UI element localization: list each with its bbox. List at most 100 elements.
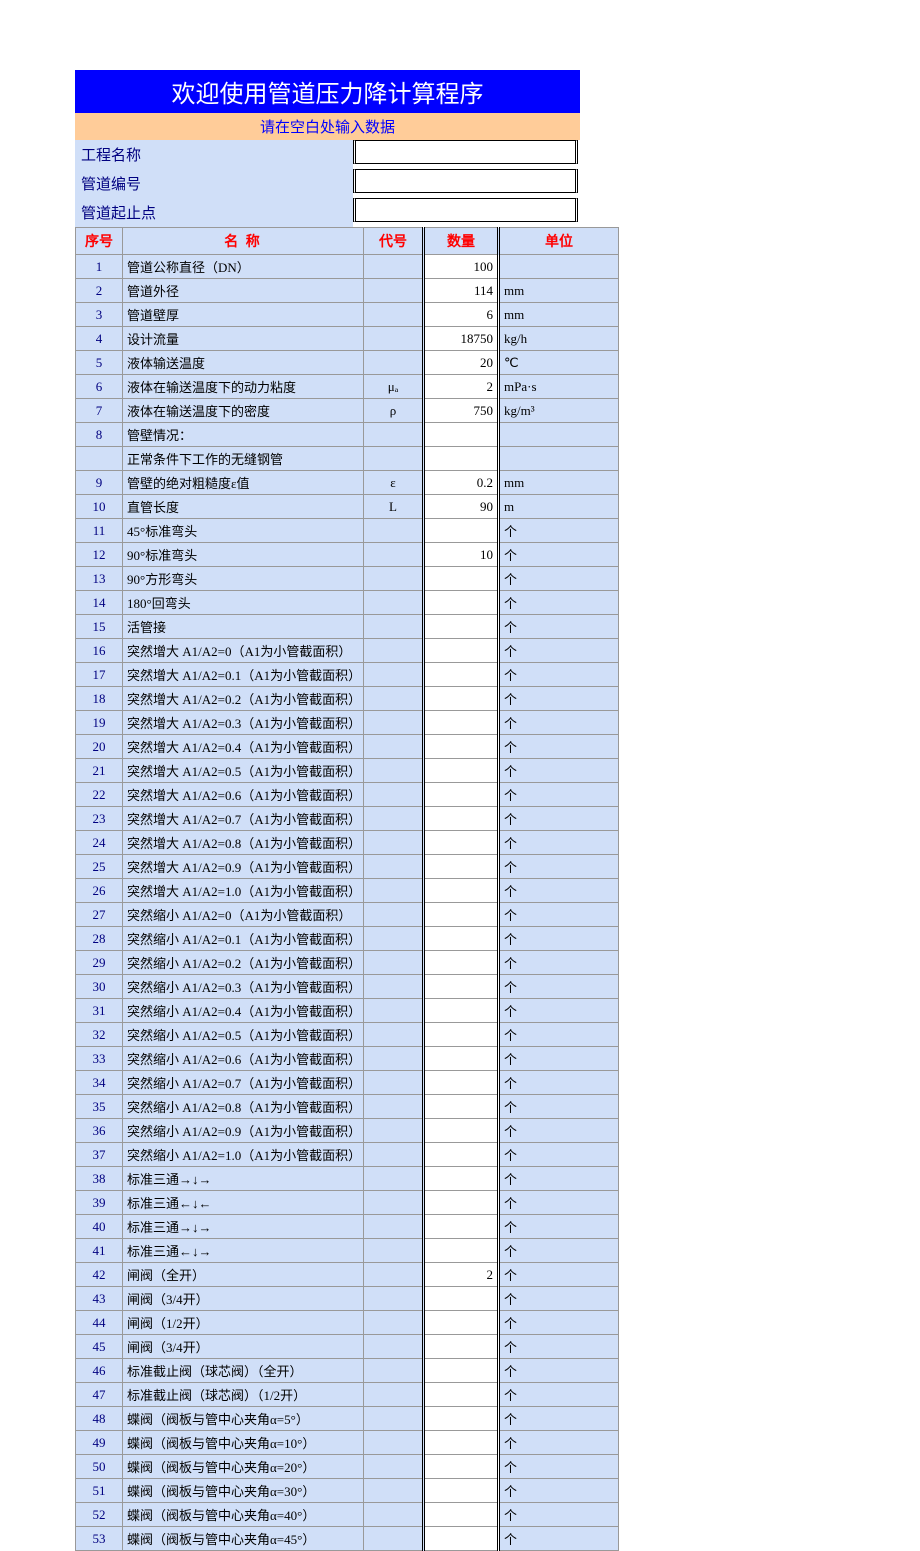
cell-unit: m bbox=[499, 495, 619, 519]
table-row: 49蝶阀（阀板与管中心夹角α=10°）个 bbox=[76, 1431, 619, 1455]
cell-qty-input[interactable] bbox=[424, 591, 499, 615]
cell-qty-input[interactable] bbox=[424, 1143, 499, 1167]
cell-unit: 个 bbox=[499, 711, 619, 735]
cell-qty-input[interactable] bbox=[424, 903, 499, 927]
cell-name: 标准三通→↓→ bbox=[123, 1167, 364, 1191]
cell-qty-input[interactable] bbox=[424, 639, 499, 663]
cell-seq: 32 bbox=[76, 1023, 123, 1047]
cell-qty-input[interactable] bbox=[424, 615, 499, 639]
cell-qty-input[interactable] bbox=[424, 927, 499, 951]
cell-qty-input[interactable] bbox=[424, 1215, 499, 1239]
cell-name: 蝶阀（阀板与管中心夹角α=45°） bbox=[123, 1527, 364, 1551]
cell-unit: 个 bbox=[499, 1047, 619, 1071]
cell-code bbox=[364, 1287, 424, 1311]
cell-unit: 个 bbox=[499, 1071, 619, 1095]
cell-qty-input[interactable]: 18750 bbox=[424, 327, 499, 351]
cell-qty-input[interactable] bbox=[424, 951, 499, 975]
cell-qty-input[interactable] bbox=[424, 831, 499, 855]
cell-qty-input[interactable] bbox=[424, 1383, 499, 1407]
cell-qty-input[interactable] bbox=[424, 423, 499, 447]
cell-qty-input[interactable] bbox=[424, 663, 499, 687]
cell-qty-input[interactable] bbox=[424, 1119, 499, 1143]
info-input-pipe-no[interactable] bbox=[353, 169, 578, 193]
cell-qty-input[interactable] bbox=[424, 1287, 499, 1311]
table-row: 48蝶阀（阀板与管中心夹角α=5°）个 bbox=[76, 1407, 619, 1431]
cell-code bbox=[364, 1143, 424, 1167]
cell-qty-input[interactable] bbox=[424, 711, 499, 735]
table-row: 18突然增大 A1/A2=0.2（A1为小管截面积）个 bbox=[76, 687, 619, 711]
cell-name: 管道公称直径（DN） bbox=[123, 255, 364, 279]
cell-qty-input[interactable] bbox=[424, 759, 499, 783]
cell-name: 设计流量 bbox=[123, 327, 364, 351]
cell-qty-input[interactable] bbox=[424, 1095, 499, 1119]
table-row: 43闸阀（3/4开）个 bbox=[76, 1287, 619, 1311]
cell-qty-input[interactable] bbox=[424, 855, 499, 879]
cell-qty-input[interactable] bbox=[424, 1311, 499, 1335]
cell-qty-input[interactable]: 10 bbox=[424, 543, 499, 567]
cell-qty-input[interactable]: 2 bbox=[424, 375, 499, 399]
cell-unit: 个 bbox=[499, 1167, 619, 1191]
cell-qty-input[interactable]: 114 bbox=[424, 279, 499, 303]
cell-qty-input[interactable]: 0.2 bbox=[424, 471, 499, 495]
cell-qty-input[interactable] bbox=[424, 1455, 499, 1479]
cell-code bbox=[364, 975, 424, 999]
info-input-project-name[interactable] bbox=[353, 140, 578, 164]
cell-name: 突然增大 A1/A2=0.2（A1为小管截面积） bbox=[123, 687, 364, 711]
cell-qty-input[interactable] bbox=[424, 1167, 499, 1191]
cell-qty-input[interactable] bbox=[424, 1071, 499, 1095]
cell-qty-input[interactable] bbox=[424, 1503, 499, 1527]
cell-unit: 个 bbox=[499, 735, 619, 759]
cell-qty-input[interactable]: 90 bbox=[424, 495, 499, 519]
cell-qty-input[interactable] bbox=[424, 783, 499, 807]
cell-name: 蝶阀（阀板与管中心夹角α=30°） bbox=[123, 1479, 364, 1503]
cell-qty-input[interactable] bbox=[424, 807, 499, 831]
cell-qty-input[interactable] bbox=[424, 1431, 499, 1455]
cell-qty-input[interactable]: 20 bbox=[424, 351, 499, 375]
cell-qty-input[interactable] bbox=[424, 1047, 499, 1071]
cell-unit: 个 bbox=[499, 759, 619, 783]
cell-seq: 12 bbox=[76, 543, 123, 567]
cell-qty-input[interactable] bbox=[424, 1359, 499, 1383]
cell-qty-input[interactable] bbox=[424, 1239, 499, 1263]
cell-qty-input[interactable] bbox=[424, 975, 499, 999]
table-row: 42闸阀（全开）2个 bbox=[76, 1263, 619, 1287]
cell-seq: 27 bbox=[76, 903, 123, 927]
cell-seq: 33 bbox=[76, 1047, 123, 1071]
cell-seq: 42 bbox=[76, 1263, 123, 1287]
cell-unit: 个 bbox=[499, 903, 619, 927]
cell-qty-input[interactable] bbox=[424, 1191, 499, 1215]
cell-qty-input[interactable] bbox=[424, 447, 499, 471]
cell-seq: 4 bbox=[76, 327, 123, 351]
cell-qty-input[interactable] bbox=[424, 999, 499, 1023]
cell-qty-input[interactable]: 100 bbox=[424, 255, 499, 279]
cell-unit: 个 bbox=[499, 687, 619, 711]
cell-qty-input[interactable] bbox=[424, 1527, 499, 1551]
cell-unit: 个 bbox=[499, 663, 619, 687]
cell-qty-input[interactable] bbox=[424, 1335, 499, 1359]
cell-code bbox=[364, 1239, 424, 1263]
cell-unit: mPa·s bbox=[499, 375, 619, 399]
cell-code bbox=[364, 519, 424, 543]
cell-qty-input[interactable]: 2 bbox=[424, 1263, 499, 1287]
cell-qty-input[interactable] bbox=[424, 1479, 499, 1503]
cell-qty-input[interactable] bbox=[424, 687, 499, 711]
cell-qty-input[interactable] bbox=[424, 879, 499, 903]
info-label: 工程名称 bbox=[75, 140, 353, 169]
cell-qty-input[interactable] bbox=[424, 567, 499, 591]
cell-qty-input[interactable]: 6 bbox=[424, 303, 499, 327]
info-label: 管道编号 bbox=[75, 169, 353, 198]
table-row: 9管壁的绝对粗糙度ε值ε0.2mm bbox=[76, 471, 619, 495]
cell-qty-input[interactable] bbox=[424, 735, 499, 759]
cell-name: 突然缩小 A1/A2=1.0（A1为小管截面积） bbox=[123, 1143, 364, 1167]
info-input-pipe-endpoints[interactable] bbox=[353, 198, 578, 222]
cell-unit: 个 bbox=[499, 1335, 619, 1359]
cell-qty-input[interactable] bbox=[424, 519, 499, 543]
cell-qty-input[interactable]: 750 bbox=[424, 399, 499, 423]
table-row: 21突然增大 A1/A2=0.5（A1为小管截面积）个 bbox=[76, 759, 619, 783]
cell-qty-input[interactable] bbox=[424, 1407, 499, 1431]
table-row: 5液体输送温度20℃ bbox=[76, 351, 619, 375]
cell-qty-input[interactable] bbox=[424, 1023, 499, 1047]
cell-seq: 1 bbox=[76, 255, 123, 279]
cell-name: 标准三通←↓→ bbox=[123, 1239, 364, 1263]
cell-code bbox=[364, 255, 424, 279]
